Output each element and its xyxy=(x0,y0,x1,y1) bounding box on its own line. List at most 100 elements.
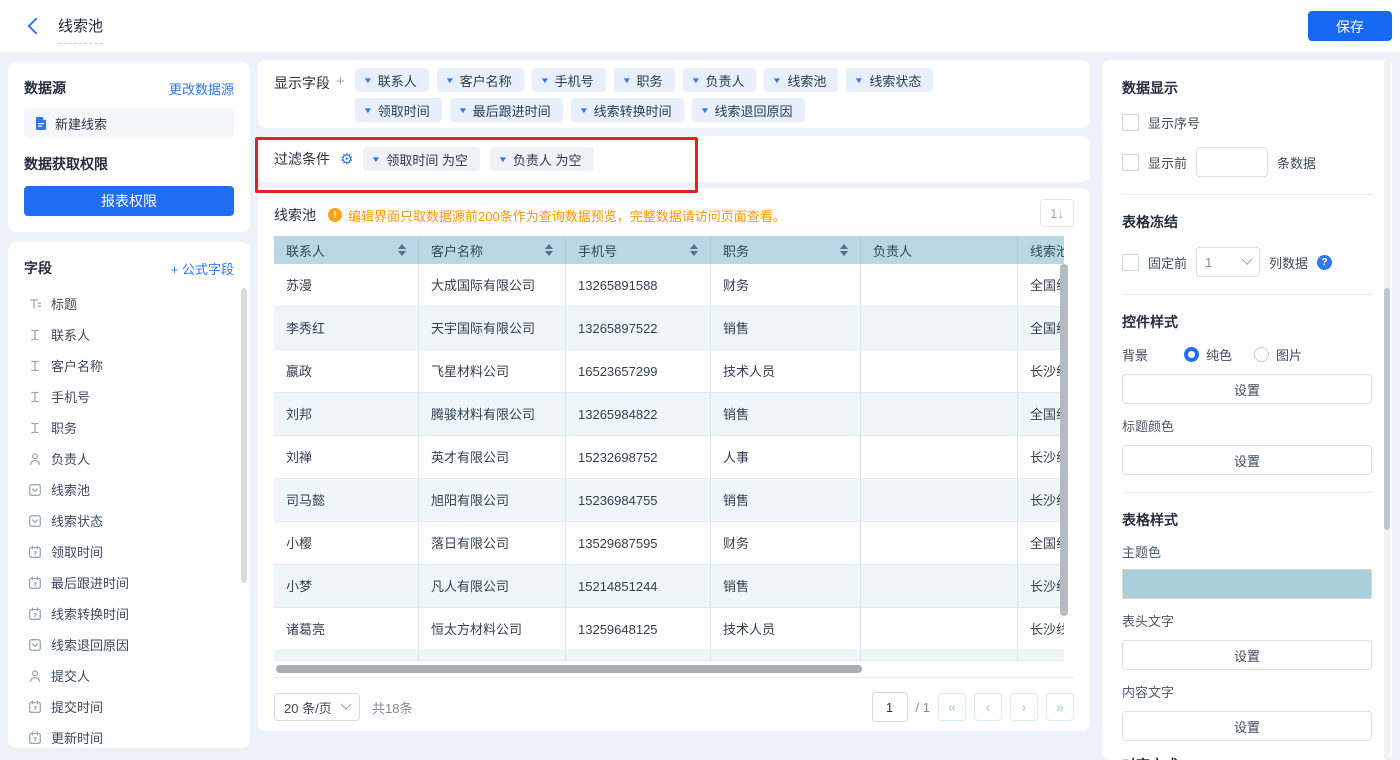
header-text-set-button[interactable]: 设置 xyxy=(1122,640,1372,670)
sort-icon[interactable] xyxy=(832,244,848,256)
field-item-提交人[interactable]: 提交人 xyxy=(24,660,234,691)
field-item-标题[interactable]: 标题 xyxy=(24,288,234,319)
content-text-set-button[interactable]: 设置 xyxy=(1122,711,1372,741)
column-header-客户名称[interactable]: 客户名称 xyxy=(419,236,566,264)
field-chip-职务[interactable]: ▼职务 xyxy=(614,68,675,92)
table-row[interactable]: 刘邦腾骏材料有限公司13265984822销售全国线索池 xyxy=(274,393,1064,436)
theme-color-label: 主题色 xyxy=(1122,542,1372,561)
sort-icon[interactable] xyxy=(682,244,698,256)
chevron-down-icon: ▼ xyxy=(445,76,455,85)
field-item-手机号[interactable]: 手机号 xyxy=(24,381,234,412)
table-row[interactable]: 司马懿旭阳有限公司15236984755销售长沙线索池 xyxy=(274,479,1064,522)
column-header-线索池[interactable]: 线索池 xyxy=(1018,236,1064,264)
show-first-label: 显示前 xyxy=(1148,153,1187,172)
field-chip-线索池[interactable]: ▼线索池 xyxy=(764,68,838,92)
field-item-提交时间[interactable]: 提交时间 xyxy=(24,691,234,722)
page-size-select[interactable]: 20 条/页 xyxy=(274,693,360,721)
panel-scrollbar[interactable] xyxy=(1384,60,1390,760)
save-button[interactable]: 保存 xyxy=(1308,11,1392,41)
first-page-button[interactable]: « xyxy=(938,693,966,721)
field-item-客户名称[interactable]: 客户名称 xyxy=(24,350,234,381)
field-chip-客户名称[interactable]: ▼客户名称 xyxy=(437,68,524,92)
field-item-线索转换时间[interactable]: 线索转换时间 xyxy=(24,598,234,629)
report-permission-button[interactable]: 报表权限 xyxy=(24,186,234,216)
chevron-down-icon: ▼ xyxy=(498,155,508,164)
table-vertical-scrollbar[interactable] xyxy=(1060,264,1068,616)
change-datasource-link[interactable]: 更改数据源 xyxy=(169,79,234,98)
freeze-count-select[interactable]: 1 xyxy=(1196,247,1260,277)
image-radio[interactable] xyxy=(1254,347,1269,362)
chip-label: 线索转换时间 xyxy=(594,101,672,120)
show-first-checkbox[interactable] xyxy=(1122,154,1139,171)
back-icon[interactable] xyxy=(28,18,45,35)
add-formula-field-link[interactable]: + 公式字段 xyxy=(171,259,234,278)
sort-order-button[interactable]: 1↓ xyxy=(1040,199,1074,227)
table-cell: 销售 xyxy=(711,479,861,522)
field-item-领取时间[interactable]: 领取时间 xyxy=(24,536,234,567)
table-row[interactable]: 小樱落日有限公司13529687595财务全国线索池 xyxy=(274,522,1064,565)
chevron-down-icon: ▼ xyxy=(772,76,782,85)
table-horizontal-scrollbar[interactable] xyxy=(274,663,1074,675)
field-chip-手机号[interactable]: ▼手机号 xyxy=(532,68,606,92)
column-header-联系人[interactable]: 联系人 xyxy=(274,236,419,264)
field-item-更新时间[interactable]: 更新时间 xyxy=(24,722,234,748)
field-item-线索池[interactable]: 线索池 xyxy=(24,474,234,505)
field-chip-线索状态[interactable]: ▼线索状态 xyxy=(846,68,933,92)
datasource-title: 数据源 xyxy=(24,78,66,98)
solid-color-radio[interactable] xyxy=(1184,347,1199,362)
fields-scrollbar[interactable] xyxy=(241,288,247,583)
chevron-down-icon xyxy=(1241,254,1252,265)
field-chip-领取时间 为空[interactable]: ▼领取时间 为空 xyxy=(363,147,480,171)
table-row[interactable]: 苏漫大成国际有限公司13265891588财务全国线索池 xyxy=(274,264,1064,307)
chevron-down-icon: ▼ xyxy=(699,106,709,115)
field-chip-联系人[interactable]: ▼联系人 xyxy=(355,68,429,92)
field-chip-线索转换时间[interactable]: ▼线索转换时间 xyxy=(571,98,684,122)
next-page-button[interactable]: › xyxy=(1010,693,1038,721)
help-icon[interactable]: ? xyxy=(1317,255,1332,270)
sort-icon[interactable] xyxy=(537,244,553,256)
field-label: 提交时间 xyxy=(51,697,103,716)
table-row[interactable]: 刘禅英才有限公司15232698752人事长沙线索池 xyxy=(274,436,1064,479)
sort-icon[interactable] xyxy=(390,244,406,256)
table-row-partial[interactable] xyxy=(274,651,1064,661)
table-cell: 15232698752 xyxy=(566,436,711,479)
field-chip-负责人[interactable]: ▼负责人 xyxy=(683,68,757,92)
last-page-button[interactable]: » xyxy=(1046,693,1074,721)
field-item-联系人[interactable]: 联系人 xyxy=(24,319,234,350)
column-header-职务[interactable]: 职务 xyxy=(711,236,861,264)
page-number-input[interactable] xyxy=(872,692,908,722)
field-item-线索状态[interactable]: 线索状态 xyxy=(24,505,234,536)
field-chip-线索退回原因[interactable]: ▼线索退回原因 xyxy=(692,98,805,122)
gear-icon[interactable]: ⚙ xyxy=(340,152,353,167)
chip-label: 线索状态 xyxy=(869,71,921,90)
table-row[interactable]: 嬴政飞星材料公司16523657299技术人员长沙线索池 xyxy=(274,350,1064,393)
table-cell: 英才有限公司 xyxy=(419,436,566,479)
display-field-chips: ▼联系人▼客户名称▼手机号▼职务▼负责人▼线索池▼线索状态▼领取时间▼最后跟进时… xyxy=(355,68,934,120)
background-set-button[interactable]: 设置 xyxy=(1122,374,1372,404)
field-chip-负责人 为空[interactable]: ▼负责人 为空 xyxy=(490,147,594,171)
add-display-field-button[interactable]: + xyxy=(336,73,345,90)
column-header-负责人[interactable]: 负责人 xyxy=(861,236,1018,264)
field-item-线索退回原因[interactable]: 线索退回原因 xyxy=(24,629,234,660)
table-row[interactable]: 诸葛亮恒太方材料公司13259648125技术人员长沙线索池 xyxy=(274,608,1064,651)
column-header-手机号[interactable]: 手机号 xyxy=(566,236,711,264)
field-chip-最后跟进时间[interactable]: ▼最后跟进时间 xyxy=(450,98,563,122)
table-row[interactable]: 小梦凡人有限公司15214851244销售长沙线索池 xyxy=(274,565,1064,608)
date-icon xyxy=(28,545,42,559)
prev-page-button[interactable]: ‹ xyxy=(974,693,1002,721)
table-cell xyxy=(861,307,1018,350)
theme-color-swatch[interactable] xyxy=(1122,569,1372,599)
field-item-职务[interactable]: 职务 xyxy=(24,412,234,443)
table-cell: 销售 xyxy=(711,565,861,608)
show-index-checkbox[interactable] xyxy=(1122,114,1139,131)
datasource-item[interactable]: 新建线索 xyxy=(24,108,234,138)
row-limit-input[interactable] xyxy=(1196,147,1268,177)
title-color-set-button[interactable]: 设置 xyxy=(1122,445,1372,475)
field-item-最后跟进时间[interactable]: 最后跟进时间 xyxy=(24,567,234,598)
topbar: 线索池 保存 xyxy=(0,0,1400,53)
table-cell xyxy=(711,651,861,661)
table-row[interactable]: 李秀红天宇国际有限公司13265897522销售全国线索池 xyxy=(274,307,1064,350)
field-item-负责人[interactable]: 负责人 xyxy=(24,443,234,474)
freeze-checkbox[interactable] xyxy=(1122,254,1139,271)
field-chip-领取时间[interactable]: ▼领取时间 xyxy=(355,98,442,122)
